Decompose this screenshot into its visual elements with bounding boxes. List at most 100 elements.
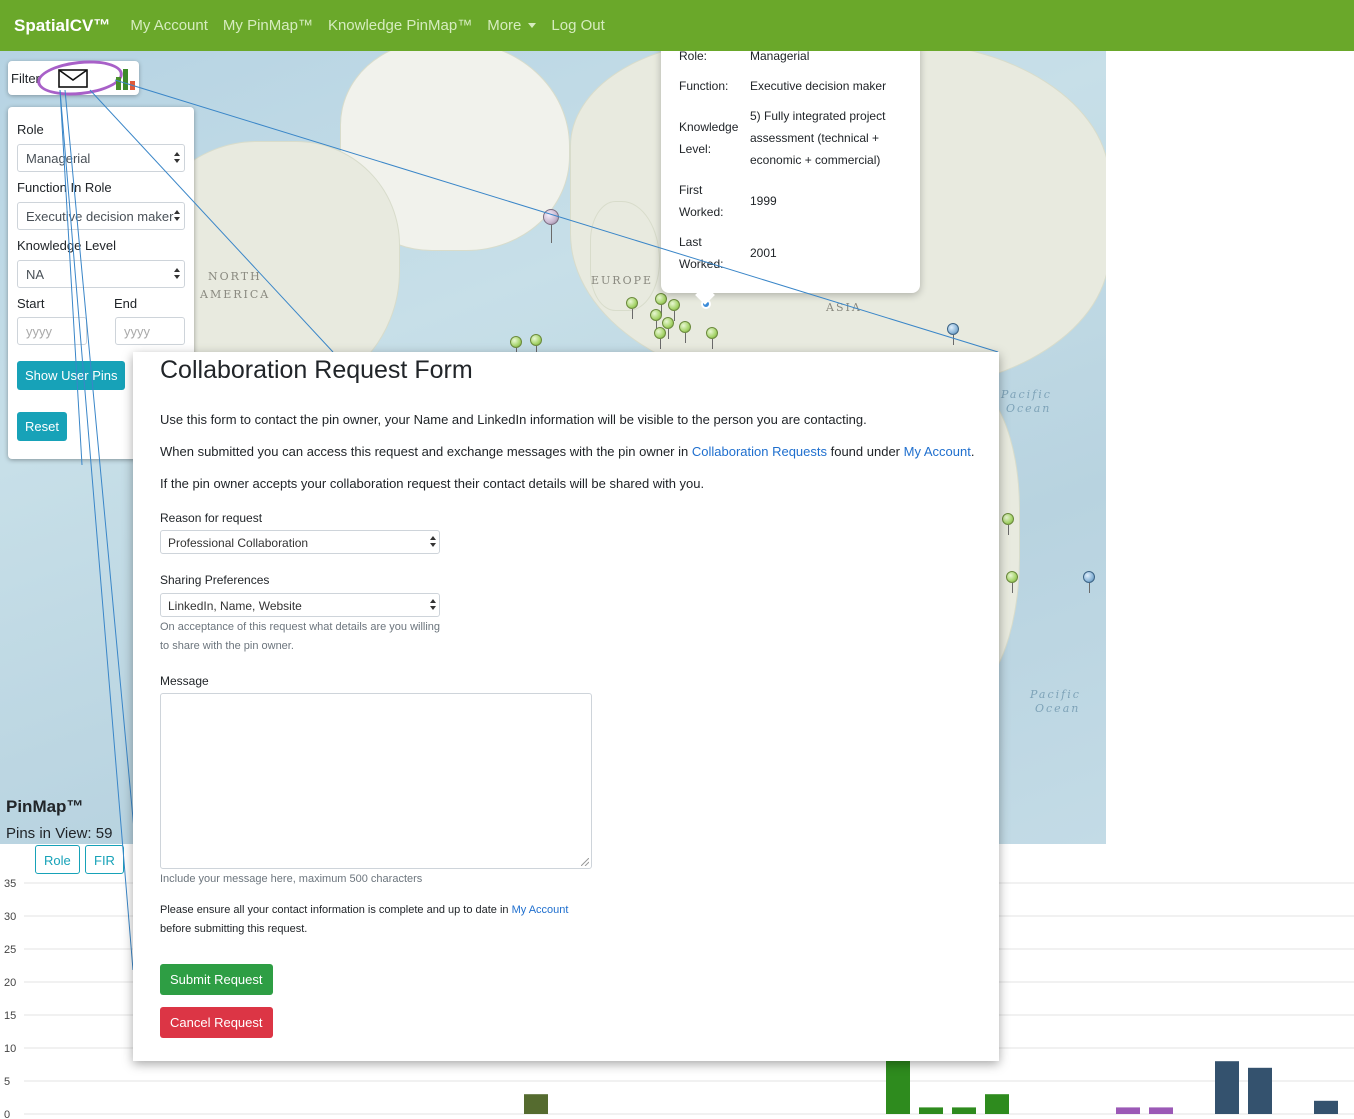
nav-my-pinmap[interactable]: My PinMap™ xyxy=(223,17,313,34)
y-tick-label: 10 xyxy=(4,1043,16,1055)
map-pin[interactable] xyxy=(1006,571,1018,593)
function-in-role-label: Function In Role xyxy=(17,180,112,195)
submitted-text-a: When submitted you can access this reque… xyxy=(160,444,692,459)
submit-request-button[interactable]: Submit Request xyxy=(160,964,273,995)
ensure-line-2: before submitting this request. xyxy=(160,923,308,935)
popup-last-key-2: Worked: xyxy=(679,257,724,271)
y-tick-label: 20 xyxy=(4,977,16,989)
show-user-pins-button[interactable]: Show User Pins xyxy=(17,361,126,390)
resize-handle-icon[interactable] xyxy=(581,858,589,866)
map-label-ocean-1: Ocean xyxy=(1006,402,1052,415)
nav-more-label: More xyxy=(487,17,522,34)
map-pin[interactable] xyxy=(1002,513,1014,535)
nav-my-account[interactable]: My Account xyxy=(130,17,208,34)
y-tick-label: 25 xyxy=(4,944,16,956)
map-label-asia: ASIA xyxy=(826,301,862,314)
nav-knowledge-pinmap[interactable]: Knowledge PinMap™ xyxy=(328,17,472,34)
select-arrows-icon xyxy=(174,268,180,280)
sharing-preferences-select[interactable]: LinkedIn, Name, Website xyxy=(160,593,440,617)
popup-function-key: Function: xyxy=(679,79,729,93)
brand-logo[interactable]: SpatialCV™ xyxy=(14,16,110,36)
reason-select-value: Professional Collaboration xyxy=(168,536,309,550)
map-label-north: NORTH xyxy=(208,270,262,283)
map-pin[interactable] xyxy=(662,317,674,339)
map-pin[interactable] xyxy=(543,209,559,243)
y-tick-label: 15 xyxy=(4,1010,16,1022)
end-year-input[interactable]: yyyy xyxy=(115,317,185,345)
chart-bar[interactable] xyxy=(886,1054,910,1114)
map-label-ocean-2: Ocean xyxy=(1035,702,1081,715)
popup-knowledge-value-1: 5) Fully integrated project xyxy=(750,109,886,123)
reset-button[interactable]: Reset xyxy=(17,412,67,441)
popup-first-key-2: Worked: xyxy=(679,205,724,219)
chart-bar[interactable] xyxy=(985,1094,1009,1114)
role-label: Role xyxy=(17,122,44,137)
chart-bar[interactable] xyxy=(1248,1067,1272,1114)
map-pin[interactable] xyxy=(947,323,959,345)
popup-knowledge-value-2: assessment (technical + xyxy=(750,131,880,145)
map-pin[interactable] xyxy=(626,297,638,319)
nav-more-dropdown[interactable]: More xyxy=(487,17,537,34)
popup-first-key-1: First xyxy=(679,183,703,197)
chart-bar[interactable] xyxy=(1215,1061,1239,1114)
function-in-role-select[interactable]: Executive decision maker xyxy=(17,202,185,230)
select-arrows-icon xyxy=(174,210,180,222)
role-select-value: Managerial xyxy=(26,151,91,166)
map-pin[interactable] xyxy=(1083,571,1095,593)
ensure-my-account-link[interactable]: My Account xyxy=(512,904,569,916)
y-tick-label: 5 xyxy=(4,1076,10,1088)
reason-label: Reason for request xyxy=(160,511,263,525)
chart-bar[interactable] xyxy=(1116,1107,1140,1114)
map-pin[interactable] xyxy=(654,327,666,349)
function-select-value: Executive decision maker xyxy=(26,209,174,224)
map-pin[interactable] xyxy=(679,321,691,343)
tab-fir[interactable]: FIR xyxy=(85,845,124,874)
map-label-america: AMERICA xyxy=(200,288,271,301)
modal-title: Collaboration Request Form xyxy=(160,356,473,384)
popup-last-key-1: Last xyxy=(679,235,702,249)
map-pin[interactable] xyxy=(650,309,662,331)
reason-select[interactable]: Professional Collaboration xyxy=(160,530,440,554)
message-help: Include your message here, maximum 500 c… xyxy=(160,873,423,885)
collaboration-requests-link[interactable]: Collaboration Requests xyxy=(692,444,827,459)
map-label-europe: EUROPE xyxy=(591,274,654,287)
y-tick-label: 35 xyxy=(4,878,16,890)
top-navbar: SpatialCV™ My Account My PinMap™ Knowled… xyxy=(0,0,1354,51)
map-pin[interactable] xyxy=(530,334,542,356)
end-label: End xyxy=(114,296,138,311)
map-pin[interactable] xyxy=(706,327,718,349)
map-pin[interactable] xyxy=(668,299,680,321)
map-label-pacific-2: Pacific xyxy=(1030,688,1081,701)
submitted-paragraph: When submitted you can access this reque… xyxy=(160,444,974,459)
chevron-down-icon xyxy=(528,23,537,28)
chart-bar[interactable] xyxy=(1314,1100,1338,1114)
bar-chart-icon[interactable] xyxy=(113,67,137,91)
nav-log-out[interactable]: Log Out xyxy=(551,17,604,34)
y-tick-label: 0 xyxy=(4,1109,10,1119)
my-account-link[interactable]: My Account xyxy=(904,444,971,459)
tab-role[interactable]: Role xyxy=(35,845,80,874)
chart-bar[interactable] xyxy=(952,1107,976,1114)
chart-bar[interactable] xyxy=(1149,1107,1173,1114)
start-year-input[interactable]: yyyy xyxy=(17,317,87,345)
sharing-help-2: to share with the pin owner. xyxy=(160,640,294,652)
sharing-preferences-label: Sharing Preferences xyxy=(160,573,270,587)
role-select[interactable]: Managerial xyxy=(17,144,185,172)
cancel-request-button[interactable]: Cancel Request xyxy=(160,1007,273,1038)
chart-bar[interactable] xyxy=(919,1107,943,1114)
pins-in-view-count: Pins in View: 59 xyxy=(6,825,113,842)
pin-info-popup: Role: Managerial Function: Executive dec… xyxy=(661,40,920,293)
map-pin[interactable] xyxy=(655,293,667,315)
sharing-select-value: LinkedIn, Name, Website xyxy=(168,599,302,613)
message-label: Message xyxy=(160,674,209,688)
filter-toolbar: Filter xyxy=(8,56,139,100)
knowledge-level-label: Knowledge Level xyxy=(17,238,117,253)
message-textarea[interactable] xyxy=(160,693,592,869)
collaboration-request-modal: Collaboration Request Form Use this form… xyxy=(133,352,999,1061)
ensure-line-1: Please ensure all your contact informati… xyxy=(160,901,568,920)
filter-tab-label[interactable]: Filter xyxy=(11,71,40,86)
map-pin[interactable] xyxy=(510,336,522,358)
knowledge-level-select[interactable]: NA xyxy=(17,260,185,288)
chart-bar[interactable] xyxy=(524,1094,548,1114)
popup-knowledge-key-2: Level: xyxy=(679,142,712,156)
